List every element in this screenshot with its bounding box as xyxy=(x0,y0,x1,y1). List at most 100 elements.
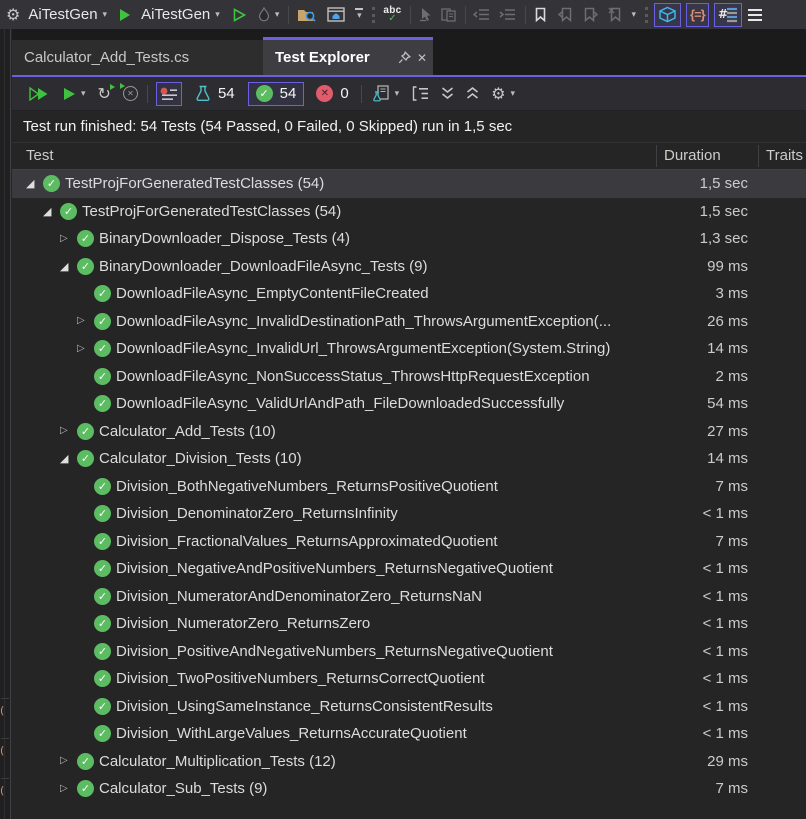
group-by-hierarchy-icon[interactable] xyxy=(412,86,429,101)
run-profile-dropdown-2[interactable]: AiTestGen xyxy=(141,6,210,23)
test-detail-summary-icon[interactable] xyxy=(372,85,390,102)
editor-edge-strip: ( ( ( xyxy=(0,29,11,819)
test-tree-row[interactable]: ◢ ✓ TestProjForGeneratedTestClasses (54)… xyxy=(12,170,806,198)
pin-icon[interactable] xyxy=(398,51,411,64)
chevron-down-icon[interactable]: ▾ xyxy=(103,10,108,20)
twisty-expanded-icon[interactable]: ◢ xyxy=(60,453,77,464)
tab-calculator-add-tests[interactable]: Calculator_Add_Tests.cs xyxy=(12,40,263,75)
repeat-last-run-button[interactable]: ↻ xyxy=(98,86,111,102)
test-duration: 3 ms xyxy=(628,285,748,302)
twisty-expanded-icon[interactable]: ◢ xyxy=(60,261,77,272)
next-bookmark-icon[interactable] xyxy=(583,7,598,22)
toolbar-overflow-icon[interactable]: ▾ xyxy=(355,8,363,21)
spell-checker-icon[interactable]: abc ✓ xyxy=(383,6,401,24)
passed-tests-filter-button[interactable]: ✓ 54 xyxy=(248,82,305,106)
toolbar-separator xyxy=(465,6,466,24)
chevron-down-icon[interactable]: ▾ xyxy=(215,10,220,20)
collapse-all-icon[interactable] xyxy=(465,86,480,101)
tab-test-explorer[interactable]: Test Explorer ✕ xyxy=(263,37,433,75)
editor-code-fragment: ( xyxy=(0,704,4,717)
run-profile-dropdown-1[interactable]: AiTestGen xyxy=(28,6,97,23)
toolbar-separator xyxy=(288,6,289,24)
test-tree-row[interactable]: ✓ DownloadFileAsync_ValidUrlAndPath_File… xyxy=(12,390,806,418)
chevron-down-icon[interactable]: ▾ xyxy=(395,89,400,99)
test-tree-row[interactable]: ✓ Division_TwoPositiveNumbers_ReturnsCor… xyxy=(12,665,806,693)
test-name: Division_DenominatorZero_ReturnsInfinity xyxy=(116,505,628,522)
increase-indent-icon[interactable] xyxy=(499,8,516,21)
test-settings-gear-icon[interactable]: ⚙ xyxy=(491,86,505,102)
test-tree-row[interactable]: ▷ ✓ DownloadFileAsync_InvalidDestination… xyxy=(12,308,806,336)
solution-window-icon[interactable] xyxy=(327,7,345,22)
test-tree-row[interactable]: ✓ Division_NumeratorAndDenominatorZero_R… xyxy=(12,583,806,611)
test-tree-row[interactable]: ✓ Division_WithLargeValues_ReturnsAccura… xyxy=(12,720,806,748)
test-tree-row[interactable]: ✓ Division_UsingSameInstance_ReturnsCons… xyxy=(12,693,806,721)
code-cleanup-braces-toggle-button[interactable]: {=} xyxy=(686,3,709,27)
menu-hamburger-icon[interactable] xyxy=(748,9,762,21)
column-separator[interactable] xyxy=(758,145,759,167)
format-document-toggle-button[interactable]: # xyxy=(714,3,742,27)
run-all-tests-button[interactable] xyxy=(29,87,49,101)
chevron-down-icon[interactable]: ▾ xyxy=(81,89,86,99)
test-tree-row[interactable]: ✓ Division_NumeratorZero_ReturnsZero < 1… xyxy=(12,610,806,638)
twisty-collapsed-icon[interactable]: ▷ xyxy=(60,756,77,766)
twisty-collapsed-icon[interactable]: ▷ xyxy=(60,234,77,244)
chevron-down-icon[interactable]: ▾ xyxy=(511,89,516,99)
test-passed-icon: ✓ xyxy=(94,643,111,660)
test-tree-row[interactable]: ✓ Division_DenominatorZero_ReturnsInfini… xyxy=(12,500,806,528)
toolbar-separator xyxy=(361,85,362,103)
twisty-collapsed-icon[interactable]: ▷ xyxy=(77,316,94,326)
test-name: Division_PositiveAndNegativeNumbers_Retu… xyxy=(116,643,628,660)
chevron-down-icon[interactable]: ▾ xyxy=(631,10,636,20)
previous-bookmark-icon[interactable] xyxy=(558,7,573,22)
test-tree-row[interactable]: ▷ ✓ BinaryDownloader_Dispose_Tests (4) 1… xyxy=(12,225,806,253)
settings-gear-icon[interactable]: ⚙ xyxy=(6,7,20,23)
test-name: BinaryDownloader_Dispose_Tests (4) xyxy=(99,230,628,247)
test-tree-row[interactable]: ✓ Division_NegativeAndPositiveNumbers_Re… xyxy=(12,555,806,583)
cancel-test-run-button[interactable]: ✕ xyxy=(123,86,138,101)
test-tree-row[interactable]: ◢ ✓ Calculator_Division_Tests (10) 14 ms xyxy=(12,445,806,473)
twisty-collapsed-icon[interactable]: ▷ xyxy=(60,784,77,794)
start-without-debug-button[interactable] xyxy=(233,8,246,22)
twisty-collapsed-icon[interactable]: ▷ xyxy=(77,344,94,354)
column-header-duration[interactable]: Duration xyxy=(664,147,721,164)
test-tree-row[interactable]: ✓ Division_FractionalValues_ReturnsAppro… xyxy=(12,528,806,556)
total-tests-flask-icon[interactable] xyxy=(195,85,211,102)
test-passed-icon: ✓ xyxy=(94,560,111,577)
test-tree-row[interactable]: ✓ Division_PositiveAndNegativeNumbers_Re… xyxy=(12,638,806,666)
run-after-build-toggle-button[interactable] xyxy=(156,82,182,106)
test-tree-row[interactable]: ▷ ✓ Calculator_Add_Tests (10) 27 ms xyxy=(12,418,806,446)
test-passed-icon: ✓ xyxy=(94,395,111,412)
test-tree-row[interactable]: ✓ DownloadFileAsync_EmptyContentFileCrea… xyxy=(12,280,806,308)
test-tree-row[interactable]: ◢ ✓ TestProjForGeneratedTestClasses (54)… xyxy=(12,198,806,226)
test-tree-row[interactable]: ▷ ✓ DownloadFileAsync_InvalidUrl_ThrowsA… xyxy=(12,335,806,363)
expand-all-icon[interactable] xyxy=(440,86,455,101)
toolbar-drag-handle[interactable] xyxy=(645,7,649,23)
select-pointer-icon[interactable] xyxy=(418,7,432,22)
run-tests-button[interactable] xyxy=(63,87,76,101)
decrease-indent-icon[interactable] xyxy=(473,8,490,21)
test-tree-row[interactable]: ✓ DownloadFileAsync_NonSuccessStatus_Thr… xyxy=(12,363,806,391)
test-passed-icon: ✓ xyxy=(94,615,111,632)
toolbar-drag-handle[interactable] xyxy=(372,7,376,23)
column-header-traits[interactable]: Traits xyxy=(766,147,803,164)
failed-tests-filter-button[interactable]: ✕ 0 xyxy=(316,85,348,102)
test-tree-row[interactable]: ▷ ✓ Calculator_Sub_Tests (9) 7 ms xyxy=(12,775,806,803)
hot-reload-icon[interactable] xyxy=(258,7,270,22)
twisty-expanded-icon[interactable]: ◢ xyxy=(26,178,43,189)
test-tree-row[interactable]: ◢ ✓ BinaryDownloader_DownloadFileAsync_T… xyxy=(12,253,806,281)
paste-document-icon[interactable] xyxy=(441,7,456,22)
clear-bookmarks-icon[interactable] xyxy=(608,7,623,22)
column-separator[interactable] xyxy=(656,145,657,167)
test-passed-icon: ✓ xyxy=(94,478,111,495)
test-tree-row[interactable]: ✓ Division_BothNegativeNumbers_ReturnsPo… xyxy=(12,473,806,501)
toggle-bookmark-icon[interactable] xyxy=(534,7,547,22)
twisty-expanded-icon[interactable]: ◢ xyxy=(43,206,60,217)
twisty-collapsed-icon[interactable]: ▷ xyxy=(60,426,77,436)
start-debug-button[interactable] xyxy=(120,9,130,21)
container-tools-toggle-button[interactable] xyxy=(654,3,681,27)
column-header-test[interactable]: Test xyxy=(26,147,54,164)
find-in-files-icon[interactable] xyxy=(297,7,316,23)
test-tree-row[interactable]: ▷ ✓ Calculator_Multiplication_Tests (12)… xyxy=(12,748,806,776)
close-icon[interactable]: ✕ xyxy=(417,51,427,65)
chevron-down-icon[interactable]: ▾ xyxy=(275,10,280,20)
